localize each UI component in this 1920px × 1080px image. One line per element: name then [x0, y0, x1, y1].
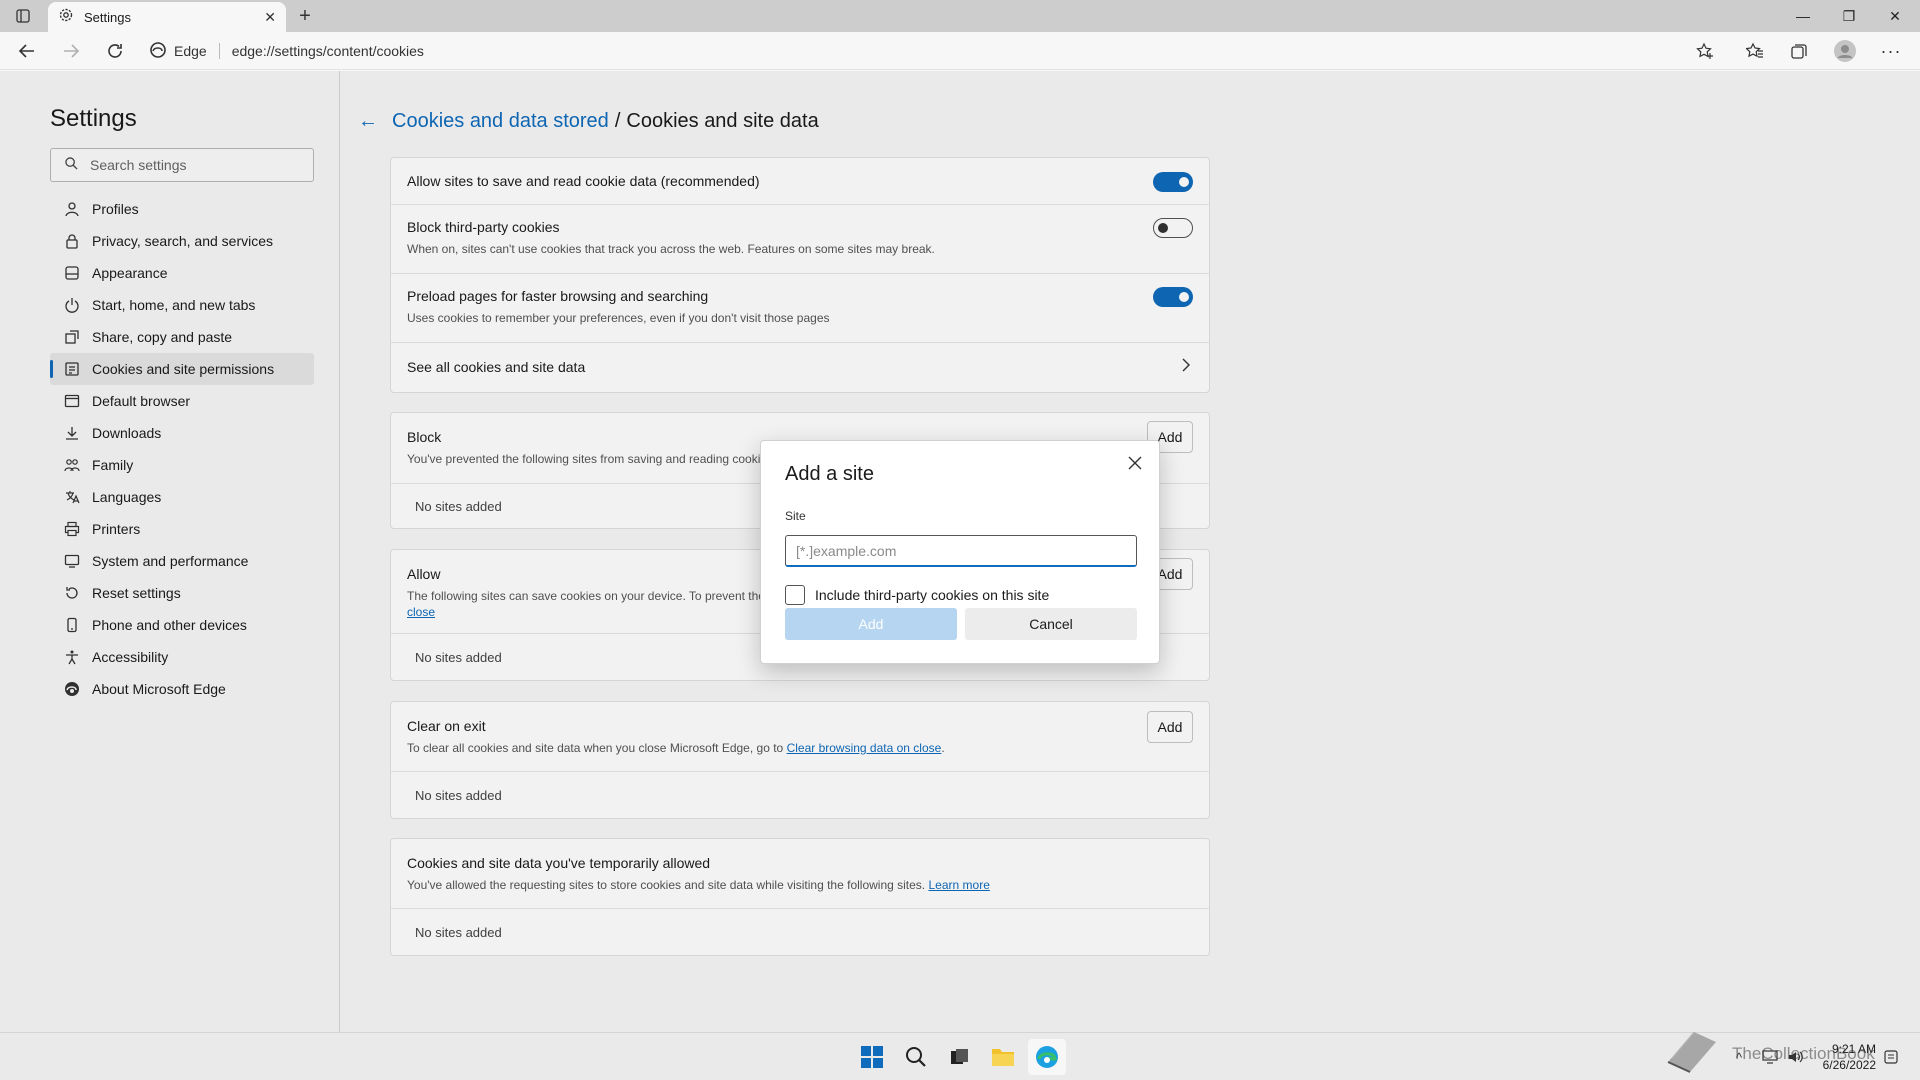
file-explorer-icon[interactable]	[984, 1039, 1022, 1075]
favorite-star-icon[interactable]	[1688, 36, 1722, 66]
url-text[interactable]: edge://settings/content/cookies	[232, 43, 424, 59]
dialog-cancel-button[interactable]: Cancel	[965, 608, 1137, 640]
third-party-checkbox-row[interactable]: Include third-party cookies on this site	[785, 585, 1049, 605]
notification-icon[interactable]	[1884, 1033, 1898, 1080]
address-label: Edge	[174, 43, 207, 59]
more-menu-icon[interactable]: ···	[1874, 36, 1908, 66]
title-bar: Settings ✕ + — ❐ ✕	[0, 0, 1920, 32]
tab-settings[interactable]: Settings ✕	[48, 2, 286, 32]
dialog-add-button[interactable]: Add	[785, 608, 957, 640]
add-site-dialog: Add a site Site Include third-party cook…	[760, 440, 1160, 664]
dialog-title: Add a site	[785, 463, 874, 485]
collections-icon[interactable]	[1782, 36, 1816, 66]
address-bar[interactable]: Edge edge://settings/content/cookies	[150, 35, 1710, 67]
profile-avatar[interactable]	[1828, 36, 1862, 66]
refresh-icon[interactable]	[98, 36, 132, 66]
book-watermark-icon	[1664, 1026, 1720, 1079]
tab-title: Settings	[84, 9, 131, 25]
taskbar: ^ 9:21 AM 6/26/2022	[0, 1032, 1920, 1080]
site-field-label: Site	[785, 509, 806, 523]
favorites-icon[interactable]	[1738, 36, 1772, 66]
taskbar-search-icon[interactable]	[897, 1039, 935, 1075]
address-divider	[218, 43, 220, 59]
start-icon[interactable]	[853, 1039, 891, 1075]
close-window-icon[interactable]: ✕	[1872, 0, 1918, 32]
edge-logo-icon	[150, 41, 166, 61]
site-input[interactable]	[785, 535, 1137, 567]
new-tab-icon[interactable]: +	[292, 4, 318, 28]
restore-icon[interactable]: ❐	[1826, 0, 1872, 32]
task-view-icon[interactable]	[940, 1039, 978, 1075]
back-icon[interactable]	[10, 36, 44, 66]
tab-actions-icon[interactable]	[10, 5, 36, 27]
third-party-checkbox[interactable]	[785, 585, 805, 605]
forward-icon[interactable]	[54, 36, 88, 66]
close-icon[interactable]	[1123, 451, 1147, 475]
gear-icon	[58, 7, 74, 28]
tab-close-icon[interactable]: ✕	[264, 9, 276, 26]
third-party-checkbox-label: Include third-party cookies on this site	[815, 587, 1050, 603]
taskbar-edge-icon[interactable]	[1028, 1039, 1066, 1075]
minimize-icon[interactable]: —	[1780, 0, 1826, 32]
watermark-text: TheCollectionBook	[1732, 1044, 1875, 1063]
browser-toolbar: Edge edge://settings/content/cookies ···	[0, 32, 1920, 70]
